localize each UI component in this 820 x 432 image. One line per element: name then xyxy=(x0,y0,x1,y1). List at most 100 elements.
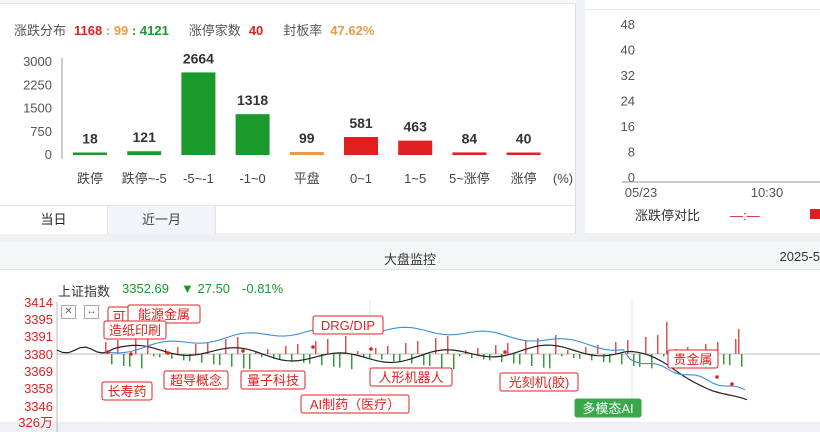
volume-bar xyxy=(333,354,335,367)
event-tag-label: 贵金属 xyxy=(673,352,712,367)
volume-bar xyxy=(567,350,569,354)
volume-bar xyxy=(369,354,371,358)
volume-bar xyxy=(153,354,155,357)
y-tick-label: 2250 xyxy=(23,77,52,92)
bar-value-label: 121 xyxy=(133,129,157,145)
panel-top-edge xyxy=(0,0,576,4)
market-monitor-chart: 3414339533913380336933583346326万可 能源金属造纸印… xyxy=(18,295,820,432)
x-tick-label: 05/23 xyxy=(625,185,658,200)
volume-bar xyxy=(453,354,455,370)
volume-bar xyxy=(141,354,143,369)
event-marker xyxy=(369,347,373,351)
volume-bar xyxy=(735,339,737,354)
event-tag-label: 人形机器人 xyxy=(378,370,443,385)
y-tick-label: 48 xyxy=(621,17,635,32)
volume-bar xyxy=(399,354,401,362)
volume-bar xyxy=(171,354,173,359)
volume-bar xyxy=(351,354,353,370)
event-marker xyxy=(106,350,110,354)
volume-bar xyxy=(639,354,641,367)
event-marker xyxy=(311,345,315,349)
volume-bar xyxy=(285,346,287,354)
volume-bar xyxy=(723,354,725,365)
bar-2 xyxy=(181,72,216,155)
y-tick-label: 16 xyxy=(621,119,635,134)
tab-last-month[interactable]: 近一月 xyxy=(108,206,216,234)
volume-bar xyxy=(459,354,461,357)
bar-6 xyxy=(398,140,433,155)
event-tag-label: DRG/DIP xyxy=(321,318,375,333)
down-count: 4121 xyxy=(139,23,169,38)
volume-bar xyxy=(345,336,347,354)
volume-bar xyxy=(738,329,740,354)
volume-bar xyxy=(429,354,431,366)
event-marker xyxy=(129,352,133,356)
volume-bar xyxy=(201,354,203,363)
bar-value-label: 84 xyxy=(462,130,478,146)
volume-bar xyxy=(729,354,731,366)
monitor-date: 2025-5 xyxy=(779,249,820,264)
unit-label: (%) xyxy=(553,171,573,186)
volume-bar xyxy=(495,345,497,354)
y-tick-label: 3358 xyxy=(24,381,53,396)
volume-bar xyxy=(441,354,443,368)
volume-bar xyxy=(381,354,383,360)
bar-0 xyxy=(73,152,107,155)
seal-label: 封板率 xyxy=(283,23,323,38)
limit-label: 涨停家数 xyxy=(188,23,241,38)
event-tag-label: AI制药（医疗） xyxy=(310,397,400,412)
volume-bar xyxy=(297,344,299,354)
volume-bar xyxy=(267,349,269,354)
bar-8 xyxy=(506,152,541,155)
volume-bar xyxy=(519,354,521,365)
y-tick-label: 0 xyxy=(45,147,52,162)
sep-2: : xyxy=(131,23,137,38)
y-tick-label: 32 xyxy=(621,68,635,83)
volume-bar xyxy=(393,354,395,362)
bar-value-label: 99 xyxy=(299,130,315,146)
volume-bar xyxy=(513,354,515,364)
bar-4 xyxy=(289,151,324,155)
y-tick-label: 3346 xyxy=(24,399,53,414)
volume-bar xyxy=(663,354,665,357)
volume-bar xyxy=(471,354,473,358)
event-tag-label: 超导概念 xyxy=(170,373,222,388)
legend-swatch xyxy=(810,209,820,219)
volume-bar xyxy=(237,337,239,354)
event-tag-label: 量子科技 xyxy=(247,373,299,388)
tab-today[interactable]: 当日 xyxy=(0,206,108,234)
event-tag-label: 造纸印刷 xyxy=(109,323,161,338)
seal-rate: 47.62% xyxy=(330,23,375,38)
bar-value-label: 18 xyxy=(82,131,98,147)
x-tick-label: 1~5 xyxy=(404,171,426,186)
volume-bar xyxy=(387,346,389,354)
bar-value-label: 2664 xyxy=(183,50,214,66)
dist-label: 涨跌分布 xyxy=(14,23,67,38)
distribution-panel: 涨跌分布 1168 : 99 : 4121 涨停家数 40 封板率 47.62%… xyxy=(0,0,576,234)
event-marker xyxy=(730,382,734,386)
volume-bar xyxy=(225,339,227,354)
limit-compare-chart: 48 40 32 24 16 8 005/23 10:30 涨跌停对比 —:— xyxy=(621,17,820,223)
volume-bar xyxy=(249,354,251,370)
x-tick-label: 跌停~-5 xyxy=(122,171,167,186)
flat-count: 99 xyxy=(113,23,129,38)
event-marker xyxy=(503,350,507,354)
volume-bar xyxy=(477,348,479,354)
y-tick-label: 8 xyxy=(628,145,635,160)
y-tick-label: 3391 xyxy=(24,329,53,344)
y-tick-label: 3414 xyxy=(24,295,53,310)
range-tabs: 当日 近一月 xyxy=(0,205,576,234)
sep-1: : xyxy=(105,23,111,38)
bar-value-label: 1318 xyxy=(237,92,268,108)
y-tick-label: 0 xyxy=(628,170,635,185)
bar-1 xyxy=(127,151,162,155)
y-tick-label: 326万 xyxy=(18,415,53,430)
volume-bar xyxy=(303,354,305,363)
bar-3 xyxy=(235,114,270,155)
volume-bar xyxy=(585,347,587,354)
volume-bar xyxy=(549,354,551,369)
volume-bar xyxy=(243,354,245,369)
bar-value-label: 463 xyxy=(404,119,428,135)
x-tick-label: 涨停 xyxy=(511,171,537,186)
x-tick-label: 10:30 xyxy=(751,185,784,200)
